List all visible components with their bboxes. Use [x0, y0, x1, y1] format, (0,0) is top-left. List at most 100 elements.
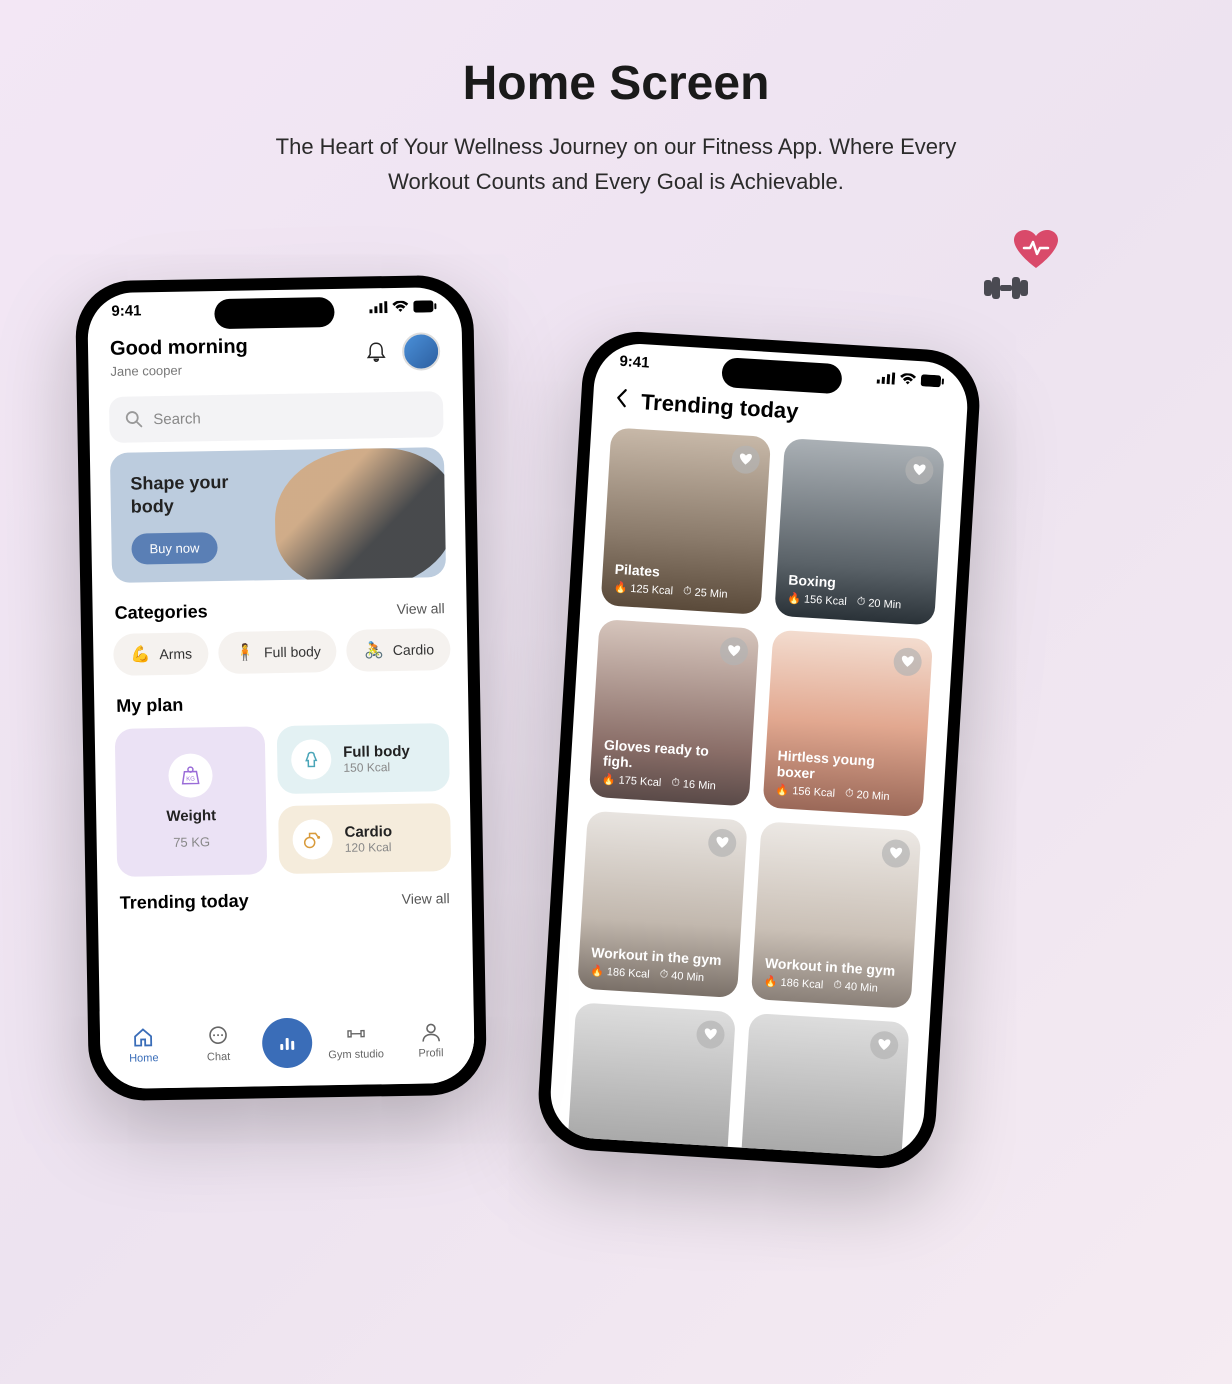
status-time: 9:41	[619, 353, 650, 372]
trend-card-partial2[interactable]	[739, 1013, 910, 1159]
category-cardio[interactable]: 🚴 Cardio	[346, 628, 450, 672]
battery-icon	[413, 300, 437, 312]
heart-icon	[715, 836, 730, 851]
trend-kcal: 🔥 186 Kcal	[590, 964, 650, 981]
favorite-button[interactable]	[696, 1020, 726, 1050]
nav-label: Gym studio	[328, 1048, 384, 1061]
category-fullbody[interactable]: 🧍 Full body	[218, 630, 338, 674]
category-label: Full body	[264, 643, 321, 660]
trend-kcal: 🔥 156 Kcal	[787, 591, 847, 608]
stats-icon	[276, 1032, 298, 1054]
categories-title: Categories	[114, 601, 207, 624]
buy-now-button[interactable]: Buy now	[131, 532, 217, 564]
chevron-left-icon	[615, 388, 628, 409]
status-time: 9:41	[111, 302, 141, 320]
phone-mockup-trending: 9:41 Trending today Pilates 🔥 125 Kcal ⏱…	[535, 329, 982, 1172]
trend-card-partial1[interactable]	[565, 1002, 736, 1158]
cardio-plan-icon	[292, 819, 333, 860]
heart-icon	[703, 1027, 718, 1042]
trend-kcal: 🔥 175 Kcal	[602, 772, 662, 789]
trend-card-hirtless[interactable]: Hirtless young boxer 🔥 156 Kcal ⏱ 20 Min	[763, 630, 934, 817]
categories-view-all[interactable]: View all	[396, 600, 444, 617]
favorite-button[interactable]	[881, 839, 911, 869]
heart-icon	[1014, 230, 1058, 270]
fullbody-plan-icon	[291, 739, 332, 780]
favorite-button[interactable]	[893, 647, 923, 677]
heart-icon	[900, 654, 915, 669]
chat-icon	[207, 1025, 229, 1047]
my-plan-title: My plan	[116, 695, 183, 717]
plan-card-weight[interactable]: KG Weight 75 KG	[115, 726, 268, 877]
trending-page-title: Trending today	[640, 389, 799, 425]
signal-icon	[369, 301, 387, 313]
category-arms[interactable]: 💪 Arms	[113, 632, 208, 676]
favorite-button[interactable]	[707, 828, 737, 858]
notification-button[interactable]	[364, 340, 388, 364]
favorite-button[interactable]	[719, 636, 749, 666]
plan-weight-label: Weight	[166, 807, 216, 825]
username-text: Jane cooper	[110, 362, 248, 379]
trend-min: ⏱ 16 Min	[671, 777, 716, 793]
trend-title: Hirtless young boxer	[776, 747, 914, 787]
nav-label: Home	[129, 1052, 159, 1065]
trending-view-all[interactable]: View all	[402, 890, 450, 907]
trend-card-workout2[interactable]: Workout in the gym 🔥 186 Kcal ⏱ 40 Min	[751, 821, 922, 1008]
dumbbell-icon	[980, 274, 1032, 302]
trend-min: ⏱ 20 Min	[845, 787, 890, 803]
arms-icon: 💪	[129, 643, 151, 665]
bottom-nav: Home Chat Gym studio Profil	[100, 1005, 475, 1090]
promo-card[interactable]: Shape your body Buy now	[110, 447, 446, 583]
search-input[interactable]: Search	[109, 391, 444, 443]
phone-mockup-home: 9:41 Good morning Jane cooper Search	[75, 275, 487, 1102]
heart-dumbbell-decoration	[986, 236, 1056, 296]
status-icons	[369, 300, 437, 313]
nav-profile[interactable]: Profil	[399, 1021, 462, 1060]
favorite-button[interactable]	[905, 455, 935, 485]
plan-card-cardio[interactable]: Cardio 120 Kcal	[278, 803, 451, 874]
heart-icon	[912, 463, 927, 478]
bell-icon	[366, 341, 386, 363]
trend-kcal: 🔥 125 Kcal	[613, 581, 673, 598]
search-icon	[125, 410, 143, 428]
signal-icon	[877, 371, 896, 384]
nav-label: Profil	[418, 1047, 443, 1059]
heart-icon	[738, 452, 753, 467]
wifi-icon	[900, 372, 917, 385]
trend-min: ⏱ 40 Min	[659, 968, 704, 984]
trend-card-pilates[interactable]: Pilates 🔥 125 Kcal ⏱ 25 Min	[601, 427, 772, 614]
plan-fullbody-label: Full body	[343, 742, 410, 760]
cardio-icon: 🚴	[363, 639, 385, 661]
svg-text:KG: KG	[186, 777, 195, 783]
weight-icon: KG	[168, 753, 213, 798]
fullbody-icon: 🧍	[234, 641, 256, 663]
plan-weight-value: 75 KG	[173, 834, 210, 850]
promo-image	[274, 447, 446, 583]
favorite-button[interactable]	[869, 1030, 899, 1060]
wifi-icon	[392, 300, 408, 312]
plan-cardio-value: 120 Kcal	[345, 840, 393, 855]
trend-min: ⏱ 25 Min	[683, 585, 728, 601]
search-placeholder: Search	[153, 410, 201, 428]
page-subtitle: The Heart of Your Wellness Journey on ou…	[256, 129, 976, 199]
category-label: Arms	[159, 646, 192, 663]
battery-icon	[921, 374, 946, 387]
plan-cardio-label: Cardio	[344, 823, 392, 841]
back-button[interactable]	[614, 388, 628, 415]
trend-title: Gloves ready to figh.	[603, 737, 741, 777]
nav-gym[interactable]: Gym studio	[325, 1022, 388, 1061]
category-label: Cardio	[393, 641, 435, 658]
nav-home[interactable]: Home	[112, 1026, 175, 1065]
greeting-text: Good morning	[110, 336, 248, 361]
favorite-button[interactable]	[731, 445, 761, 475]
trend-card-workout1[interactable]: Workout in the gym 🔥 186 Kcal ⏱ 40 Min	[577, 811, 748, 998]
gym-icon	[345, 1023, 367, 1045]
plan-card-fullbody[interactable]: Full body 150 Kcal	[277, 723, 450, 794]
trend-card-boxing[interactable]: Boxing 🔥 156 Kcal ⏱ 20 Min	[774, 438, 945, 625]
nav-stats-fab[interactable]	[262, 1018, 313, 1069]
heart-icon	[889, 846, 904, 861]
profile-icon	[419, 1021, 441, 1043]
nav-chat[interactable]: Chat	[187, 1025, 250, 1064]
trend-kcal: 🔥 156 Kcal	[775, 783, 835, 800]
trend-card-gloves[interactable]: Gloves ready to figh. 🔥 175 Kcal ⏱ 16 Mi…	[589, 619, 760, 806]
avatar[interactable]	[402, 332, 441, 371]
